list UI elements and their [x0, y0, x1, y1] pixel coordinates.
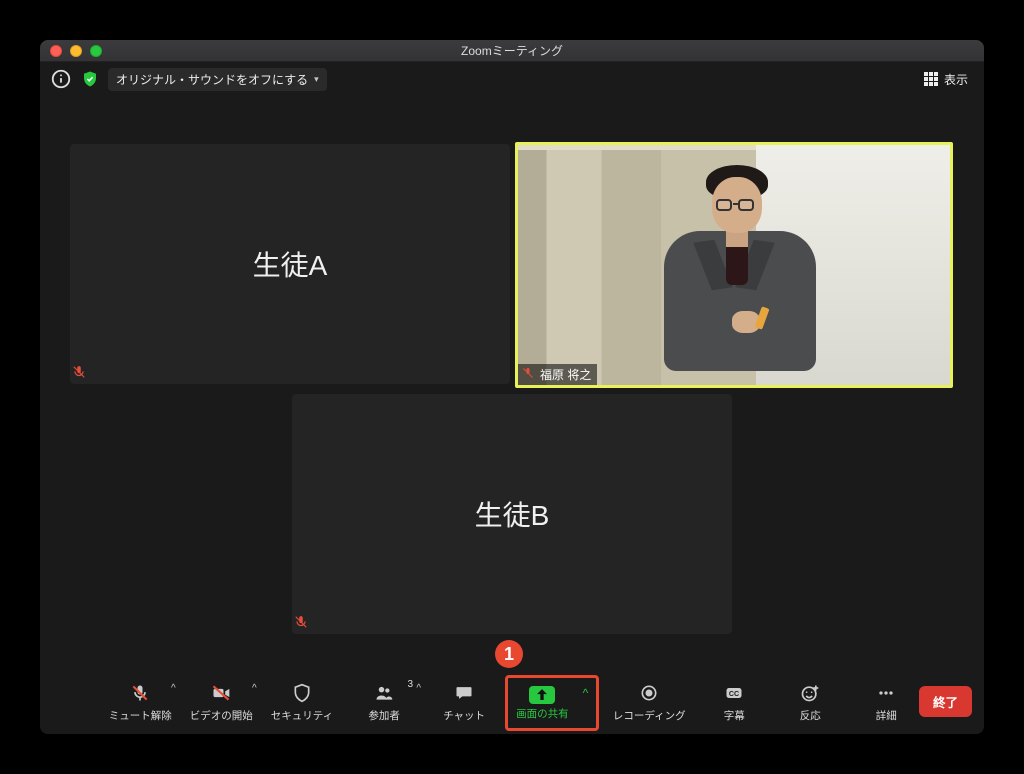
participant-tile-a[interactable]: 生徒A [70, 144, 510, 384]
speaker-name: 福原 将之 [540, 366, 591, 383]
view-label: 表示 [944, 71, 968, 88]
speaker-nametag: 福原 将之 [518, 364, 597, 385]
chevron-up-icon[interactable]: ^ [171, 683, 176, 694]
encryption-shield-icon[interactable] [80, 69, 100, 89]
button-label: 字幕 [724, 708, 745, 723]
zoom-window: Zoomミーティング オリジナル・サウンドをオフにする ▾ [40, 40, 984, 734]
button-label: 反応 [800, 708, 821, 723]
cc-icon: CC [723, 683, 745, 706]
video-off-icon [210, 683, 232, 706]
start-video-button[interactable]: ビデオの開始 ^ [184, 679, 259, 727]
mic-muted-icon [294, 615, 308, 632]
participants-count: 3 [408, 679, 414, 690]
window-minimize-button[interactable] [70, 45, 82, 57]
button-label: セキュリティ [271, 708, 333, 723]
button-label: 終了 [933, 696, 958, 710]
share-screen-highlight: 画面の共有 ^ [505, 675, 599, 731]
captions-button[interactable]: CC 字幕 [699, 679, 769, 727]
titlebar: Zoomミーティング [40, 40, 984, 62]
unmute-button[interactable]: ミュート解除 ^ [103, 679, 178, 727]
window-title: Zoomミーティング [40, 42, 984, 59]
share-screen-icon [529, 686, 555, 704]
reactions-button[interactable]: 反応 [775, 679, 845, 727]
button-label: レコーディング [613, 708, 686, 723]
end-meeting-button[interactable]: 終了 [919, 686, 972, 717]
meeting-subbar: オリジナル・サウンドをオフにする ▾ 表示 [40, 62, 984, 96]
chevron-up-icon[interactable]: ^ [252, 683, 257, 694]
share-screen-button[interactable]: 画面の共有 [510, 679, 575, 727]
active-speaker-tile[interactable]: 福原 将之 [515, 142, 953, 388]
participant-label: 生徒B [475, 494, 550, 534]
chat-button[interactable]: チャット [429, 679, 499, 727]
window-maximize-button[interactable] [90, 45, 102, 57]
shield-icon [291, 683, 313, 706]
grid-icon [924, 72, 938, 86]
participants-button[interactable]: 参加者 3 ^ [345, 679, 423, 727]
chevron-up-icon[interactable]: ^ [416, 683, 421, 694]
button-label: ビデオの開始 [190, 708, 253, 723]
chat-icon [453, 683, 475, 706]
share-options-chevron-icon[interactable]: ^ [577, 686, 595, 714]
record-button[interactable]: レコーディング [605, 679, 693, 727]
window-close-button[interactable] [50, 45, 62, 57]
view-button[interactable]: 表示 [918, 68, 974, 91]
traffic-lights [50, 45, 102, 57]
more-button[interactable]: 詳細 [851, 679, 921, 727]
chevron-down-icon: ▾ [314, 74, 319, 85]
meeting-info-icon[interactable] [50, 68, 72, 90]
mic-muted-icon [72, 365, 86, 382]
security-button[interactable]: セキュリティ [265, 679, 339, 727]
button-label: 画面の共有 [516, 706, 569, 721]
original-sound-toggle[interactable]: オリジナル・サウンドをオフにする ▾ [108, 68, 327, 91]
more-icon [875, 683, 897, 706]
button-label: チャット [443, 708, 485, 723]
smile-plus-icon [799, 683, 821, 706]
participants-icon [373, 683, 395, 706]
button-label: 詳細 [876, 708, 897, 723]
original-sound-label: オリジナル・サウンドをオフにする [116, 71, 308, 88]
button-label: ミュート解除 [109, 708, 172, 723]
annotation-marker-1: 1 [495, 640, 523, 668]
meeting-toolbar: ミュート解除 ^ ビデオの開始 ^ セキュリティ 参加者 3 ^ [40, 672, 984, 734]
video-grid: 生徒A 生徒B [40, 96, 984, 672]
button-label: 参加者 [368, 708, 400, 723]
mic-muted-icon [129, 683, 151, 706]
record-icon [638, 683, 660, 706]
svg-text:CC: CC [729, 690, 739, 698]
mic-muted-icon [520, 367, 536, 382]
speaker-figure [656, 159, 826, 374]
participant-tile-b[interactable]: 生徒B [292, 394, 732, 634]
participant-label: 生徒A [253, 244, 328, 284]
